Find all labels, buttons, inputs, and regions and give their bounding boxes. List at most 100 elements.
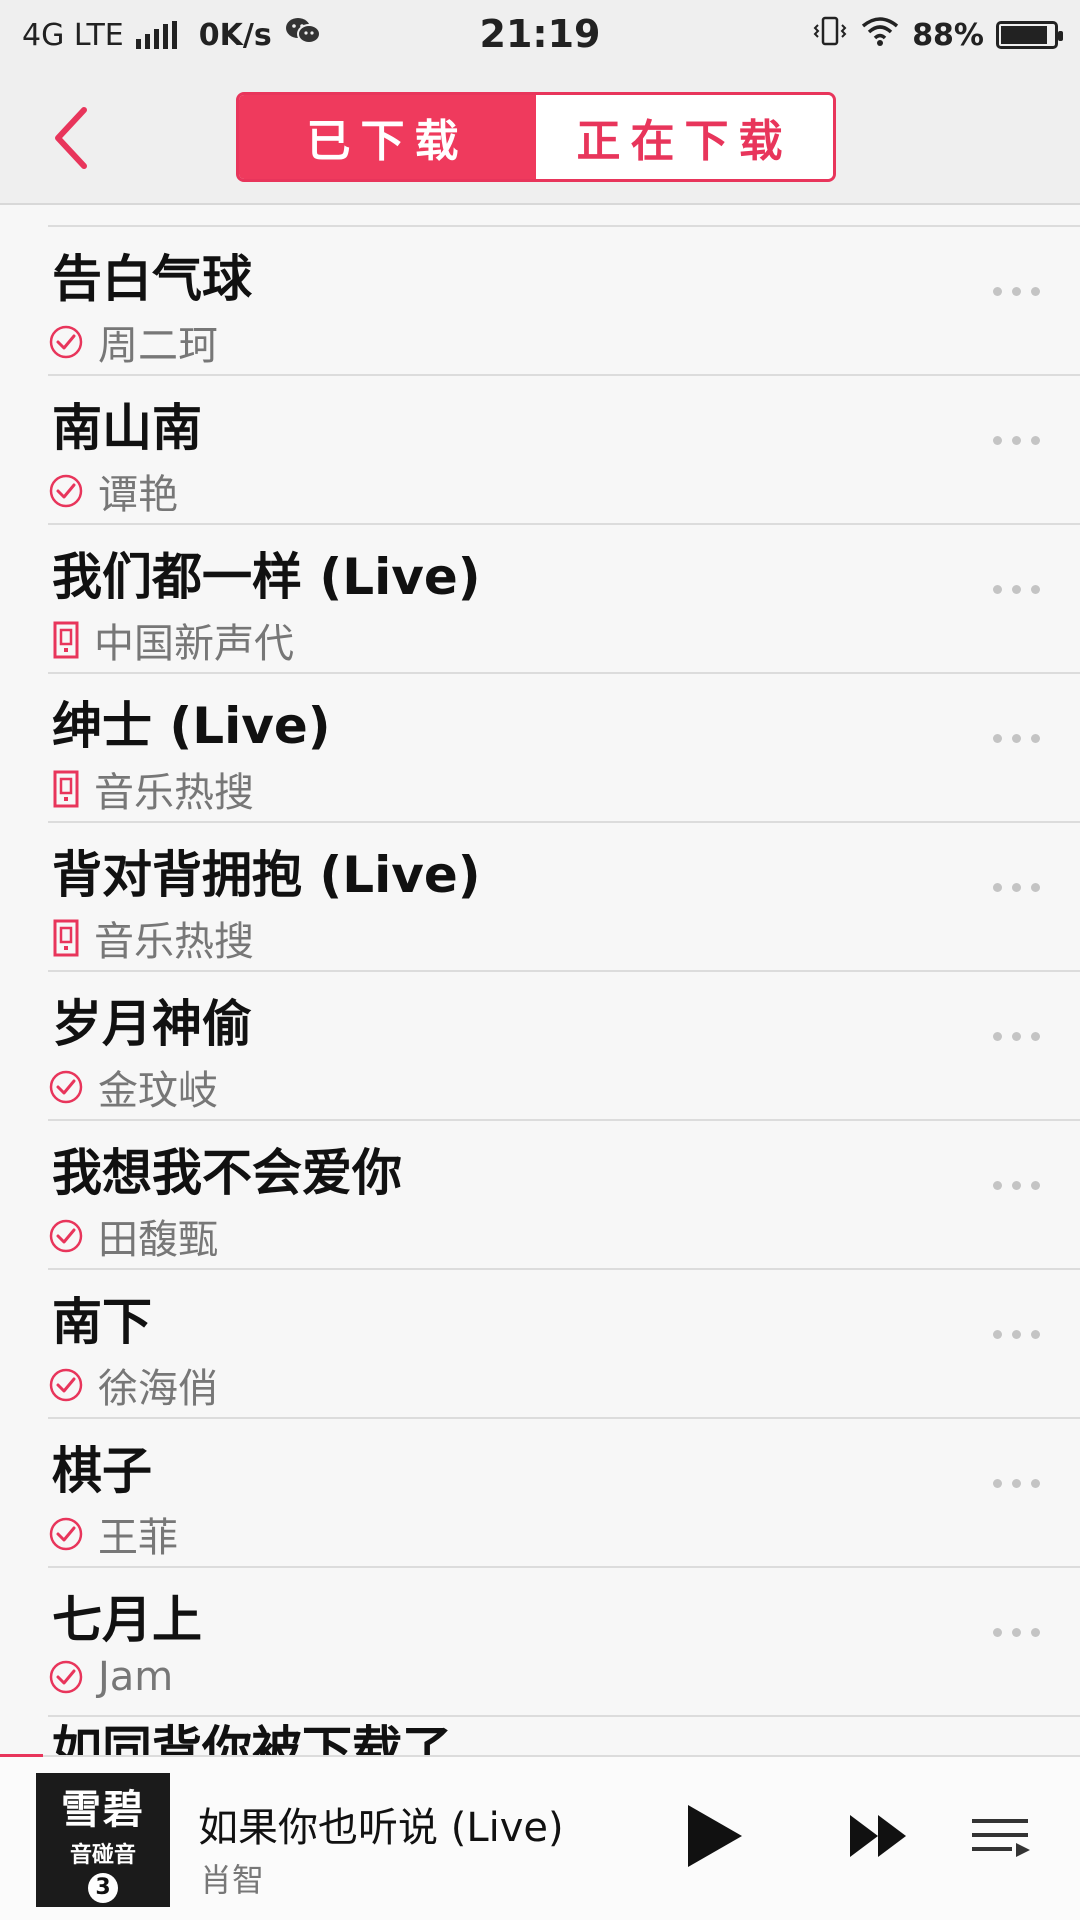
- more-dot-icon: [993, 1628, 1002, 1637]
- song-row[interactable]: 七月上 Jam: [48, 1568, 1080, 1717]
- song-artist: 徐海俏: [98, 1366, 218, 1412]
- status-bar: 4G LTE 0K/s 21:19 88%: [0, 0, 1080, 70]
- more-dot-icon: [993, 1032, 1002, 1041]
- song-title: 绅士 (Live): [52, 697, 331, 755]
- song-subtitle-row: 周二珂: [48, 313, 218, 371]
- more-options-button[interactable]: [993, 436, 1040, 445]
- more-dot-icon: [993, 883, 1002, 892]
- song-row[interactable]: 告白气球周二珂: [48, 227, 1080, 376]
- song-row[interactable]: 棋子 王菲: [48, 1419, 1080, 1568]
- check-circle-icon: [48, 473, 84, 509]
- song-row[interactable]: 我们都一样 (Live) 中国新声代: [48, 525, 1080, 674]
- signal-icon: [135, 21, 177, 49]
- song-artist: 中国新声代: [94, 621, 294, 667]
- wechat-icon: [284, 15, 322, 55]
- phone-icon: [52, 919, 80, 957]
- more-dot-icon: [1031, 436, 1040, 445]
- song-artist: 音乐热搜: [94, 919, 254, 965]
- song-title: 我想我不会爱你: [52, 1144, 402, 1202]
- song-title: 告白气球: [52, 250, 252, 308]
- more-options-button[interactable]: [993, 1032, 1040, 1041]
- song-list: 告白气球周二珂南山南谭艳我们都一样 (Live) 中国新声代绅士 (Live) 音乐…: [0, 205, 1080, 1755]
- more-dot-icon: [1012, 585, 1021, 594]
- more-dot-icon: [993, 1479, 1002, 1488]
- song-artist: 田馥甄: [98, 1217, 218, 1263]
- more-dot-icon: [993, 287, 1002, 296]
- song-row[interactable]: 背对背拥抱 (Live) 音乐热搜: [48, 823, 1080, 972]
- more-dot-icon: [1031, 1032, 1040, 1041]
- more-dot-icon: [1031, 734, 1040, 743]
- more-dot-icon: [1012, 1479, 1021, 1488]
- song-subtitle-row: 音乐热搜: [48, 909, 254, 967]
- song-title: 南下: [52, 1293, 152, 1351]
- song-artist: 王菲: [98, 1515, 178, 1561]
- more-dot-icon: [1012, 436, 1021, 445]
- vibrate-icon: [812, 15, 848, 55]
- play-button[interactable]: [684, 1801, 746, 1875]
- song-subtitle-row: 田馥甄: [48, 1207, 218, 1265]
- song-row[interactable]: 岁月神偷 金玟岐: [48, 972, 1080, 1121]
- battery-percent: 88%: [912, 17, 984, 53]
- song-subtitle-row: 音乐热搜: [48, 760, 254, 818]
- song-row[interactable]: 南山南谭艳: [48, 376, 1080, 525]
- more-dot-icon: [1031, 1628, 1040, 1637]
- more-dot-icon: [1012, 734, 1021, 743]
- song-subtitle-row: 金玟岐: [48, 1058, 218, 1116]
- song-title: 背对背拥抱 (Live): [52, 846, 481, 904]
- more-options-button[interactable]: [993, 1330, 1040, 1339]
- check-circle-icon: [48, 324, 84, 360]
- more-options-button[interactable]: [993, 1628, 1040, 1637]
- more-options-button[interactable]: [993, 1181, 1040, 1190]
- more-options-button[interactable]: [993, 883, 1040, 892]
- check-circle-icon: [48, 1367, 84, 1403]
- song-title: 我们都一样 (Live): [52, 548, 481, 606]
- song-subtitle-row: 中国新声代: [48, 611, 294, 669]
- more-dot-icon: [1031, 1330, 1040, 1339]
- check-circle-icon: [48, 1516, 84, 1552]
- more-dot-icon: [993, 585, 1002, 594]
- tab-downloading[interactable]: 正在下载: [536, 95, 833, 179]
- more-dot-icon: [1031, 1181, 1040, 1190]
- album-cover[interactable]: 雪碧 音碰音 3: [36, 1773, 170, 1907]
- more-options-button[interactable]: [993, 1479, 1040, 1488]
- play-icon: [688, 1805, 742, 1867]
- wifi-icon: [860, 15, 900, 55]
- more-options-button[interactable]: [993, 734, 1040, 743]
- battery-icon: [996, 21, 1063, 49]
- more-dot-icon: [993, 436, 1002, 445]
- more-options-button[interactable]: [993, 585, 1040, 594]
- song-subtitle-row: Jam: [48, 1654, 173, 1700]
- song-row[interactable]: 南下徐海俏: [48, 1270, 1080, 1419]
- list-item-partial: [48, 205, 1080, 227]
- playlist-button[interactable]: [970, 1815, 1032, 1869]
- song-title: 七月上: [52, 1591, 202, 1649]
- mini-player[interactable]: 雪碧 音碰音 3 如果你也听说 (Live) 肖智: [0, 1754, 1080, 1920]
- list-item-partial-title: 如同背你被下载了: [52, 1721, 452, 1755]
- chevron-left-icon: [55, 107, 87, 169]
- phone-icon: [52, 621, 80, 659]
- playlist-icon: [972, 1819, 1030, 1857]
- song-subtitle-row: 徐海俏: [48, 1356, 218, 1414]
- download-tabs: 已下载 正在下载: [236, 92, 836, 182]
- check-circle-icon: [48, 1069, 84, 1105]
- network-label: 4G LTE: [22, 17, 124, 53]
- more-dot-icon: [993, 734, 1002, 743]
- song-artist: 谭艳: [98, 472, 178, 518]
- now-playing-title: 如果你也听说 (Live): [198, 1805, 564, 1851]
- song-artist: Jam: [98, 1654, 174, 1700]
- song-row[interactable]: 我想我不会爱你田馥甄: [48, 1121, 1080, 1270]
- more-dot-icon: [1012, 883, 1021, 892]
- song-title: 岁月神偷: [52, 995, 252, 1053]
- more-options-button[interactable]: [993, 287, 1040, 296]
- next-button[interactable]: [848, 1813, 910, 1863]
- song-artist: 周二珂: [98, 323, 218, 369]
- more-dot-icon: [1031, 585, 1040, 594]
- playback-progress: [0, 1754, 43, 1757]
- tab-downloaded[interactable]: 已下载: [239, 95, 536, 179]
- check-circle-icon: [48, 1659, 84, 1695]
- song-artist: 音乐热搜: [94, 770, 254, 816]
- more-dot-icon: [1031, 1479, 1040, 1488]
- song-title: 南山南: [52, 399, 202, 457]
- song-row[interactable]: 绅士 (Live) 音乐热搜: [48, 674, 1080, 823]
- back-button[interactable]: [40, 100, 100, 176]
